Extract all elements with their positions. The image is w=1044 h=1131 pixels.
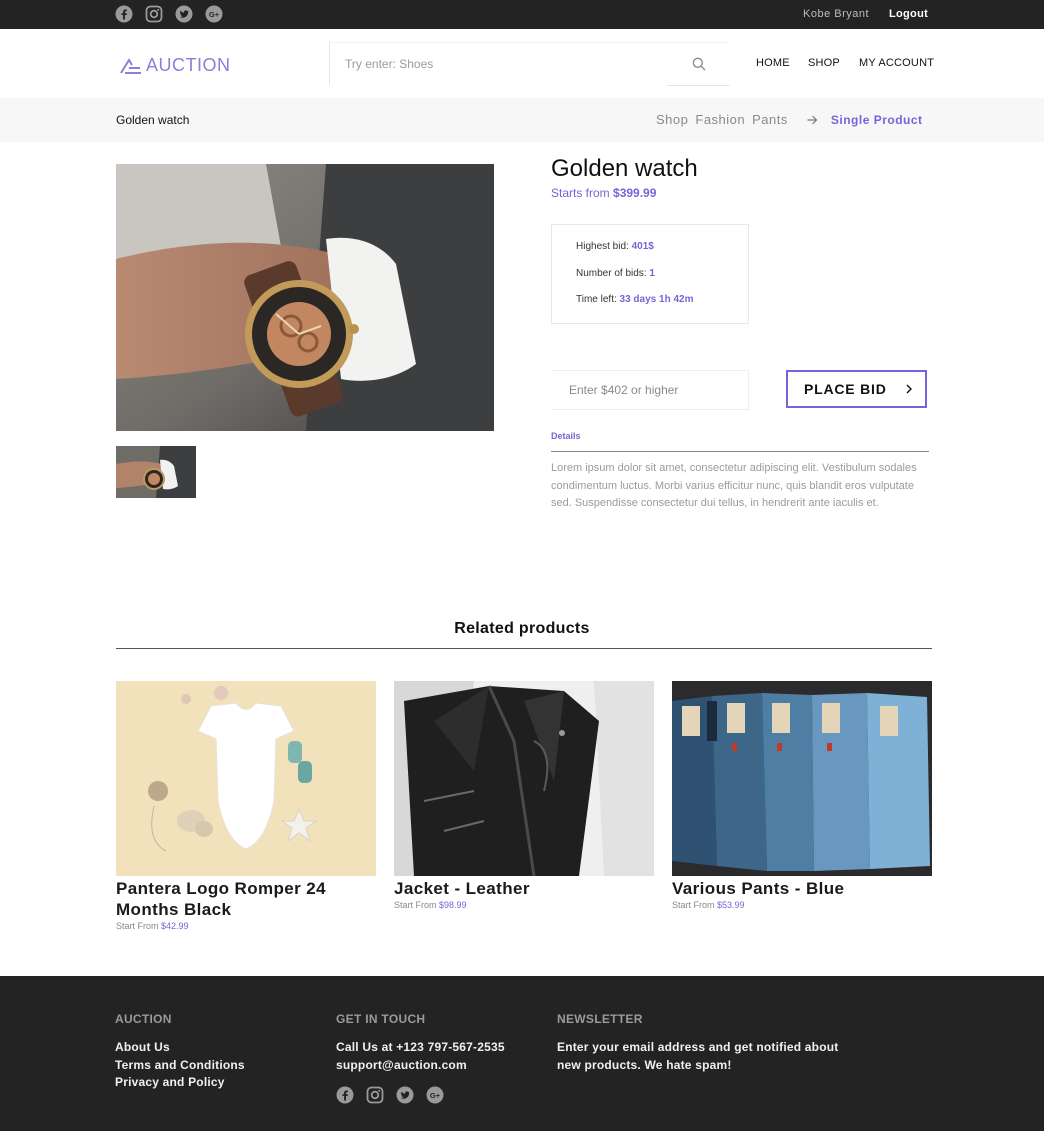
breadcrumb-fashion[interactable]: Fashion: [695, 112, 745, 127]
footer-col-newsletter: NEWSLETTER Enter your email address and …: [557, 1012, 857, 1074]
product-card-price: Start From $42.99: [116, 921, 376, 931]
highest-bid-value: 401$: [631, 241, 654, 252]
user-name[interactable]: Kobe Bryant: [803, 8, 869, 20]
breadcrumb-current: Single Product: [830, 112, 923, 127]
bid-count-label: Number of bids:: [576, 267, 647, 279]
bid-info-box: Highest bid: 401$ Number of bids: 1 Time…: [551, 224, 749, 324]
related-divider: [116, 648, 932, 649]
product-card[interactable]: Pantera Logo Romper 24 Months Black Star…: [116, 681, 376, 931]
product-description: Lorem ipsum dolor sit amet, consectetur …: [551, 462, 917, 509]
arrow-right-icon: [807, 115, 818, 124]
svg-text:G+: G+: [209, 10, 220, 19]
search-input[interactable]: [330, 43, 666, 84]
breadcrumb-shop[interactable]: Shop: [656, 112, 688, 127]
footer-link-privacy[interactable]: Privacy and Policy: [115, 1074, 245, 1092]
newsletter-text: Enter your email address and get notifie…: [557, 1040, 839, 1072]
product-card-title[interactable]: Various Pants - Blue: [672, 878, 932, 899]
product-card-price-value: $53.99: [717, 900, 745, 910]
related-products-heading: Related products: [454, 620, 590, 637]
svg-text:G+: G+: [430, 1091, 441, 1100]
product-card-price-label: Start From: [394, 900, 437, 910]
bid-count-value: 1: [649, 267, 655, 279]
product-card-price-value: $98.99: [439, 900, 467, 910]
instagram-icon[interactable]: [145, 5, 163, 23]
search-icon: [692, 57, 705, 71]
google-plus-icon[interactable]: G+: [426, 1086, 444, 1104]
top-bar: G+ Kobe Bryant Logout: [0, 0, 1044, 29]
footer-heading: AUCTION: [115, 1012, 172, 1026]
product-card[interactable]: Jacket - Leather Start From $98.99: [394, 681, 654, 910]
starting-price-label: Starts from: [551, 186, 610, 200]
product-card-image[interactable]: [672, 681, 932, 876]
footer-social-links: G+: [336, 1086, 505, 1104]
product-main-image: [116, 164, 494, 431]
product-card-price-label: Start From: [116, 921, 159, 931]
details-divider: [551, 451, 929, 452]
site-footer: AUCTION About Us Terms and Conditions Pr…: [0, 976, 1044, 1131]
footer-col-contact: GET IN TOUCH Call Us at +123 797-567-253…: [336, 1012, 505, 1104]
product-card-image[interactable]: [394, 681, 654, 876]
footer-heading: GET IN TOUCH: [336, 1012, 426, 1026]
footer-phone: Call Us at +123 797-567-2535: [336, 1040, 505, 1054]
chevron-right-icon: [906, 384, 912, 394]
facebook-icon[interactable]: [336, 1086, 354, 1104]
product-card-price: Start From $98.99: [394, 900, 654, 910]
twitter-icon[interactable]: [396, 1086, 414, 1104]
logo-text: AUCTION: [146, 55, 231, 75]
google-plus-icon[interactable]: G+: [205, 5, 223, 23]
logout-link[interactable]: Logout: [889, 8, 928, 20]
starting-price: Starts from $399.99: [551, 186, 656, 200]
product-card-title[interactable]: Jacket - Leather: [394, 878, 654, 899]
site-header: AUCTION HOME SHOP MY ACCOUNT: [0, 29, 1044, 98]
instagram-icon[interactable]: [366, 1086, 384, 1104]
footer-heading: NEWSLETTER: [557, 1012, 643, 1026]
search-bar: [329, 42, 730, 86]
nav-home[interactable]: HOME: [756, 57, 790, 69]
bid-amount-input[interactable]: [551, 370, 749, 410]
product-card[interactable]: Various Pants - Blue Start From $53.99: [672, 681, 932, 910]
footer-email[interactable]: support@auction.com: [336, 1057, 505, 1075]
product-card-title[interactable]: Pantera Logo Romper 24 Months Black: [116, 878, 376, 920]
time-left-label: Time left:: [576, 294, 617, 305]
highest-bid-row: Highest bid: 401$: [576, 241, 748, 268]
product-title: Golden watch: [551, 155, 698, 182]
starting-price-value: $399.99: [613, 186, 657, 200]
bid-count-row: Number of bids: 1: [576, 268, 748, 295]
breadcrumb: Shop Fashion Pants Single Product: [656, 112, 930, 127]
footer-link-about[interactable]: About Us: [115, 1039, 245, 1057]
product-card-price-value: $42.99: [161, 921, 189, 931]
place-bid-button[interactable]: PLACE BID: [786, 370, 927, 408]
site-logo[interactable]: AUCTION: [120, 55, 231, 76]
breadcrumb-band: Golden watch Shop Fashion Pants Single P…: [0, 98, 1044, 142]
footer-link-terms[interactable]: Terms and Conditions: [115, 1057, 245, 1075]
twitter-icon[interactable]: [175, 5, 193, 23]
tab-details[interactable]: Details: [551, 431, 581, 441]
logo-icon: [120, 57, 141, 74]
breadcrumb-pants[interactable]: Pants: [752, 112, 788, 127]
footer-col-auction: AUCTION About Us Terms and Conditions Pr…: [115, 1012, 245, 1092]
product-card-image[interactable]: [116, 681, 376, 876]
search-button[interactable]: [667, 43, 730, 86]
time-left-row: Time left: 33 days 1h 42m: [576, 294, 748, 321]
highest-bid-label: Highest bid:: [576, 241, 629, 252]
time-left-value: 33 days 1h 42m: [619, 294, 694, 305]
facebook-icon[interactable]: [115, 5, 133, 23]
product-card-price-label: Start From: [672, 900, 715, 910]
top-social-links: G+: [115, 5, 223, 23]
page-title: Golden watch: [116, 113, 190, 127]
nav-my-account[interactable]: MY ACCOUNT: [859, 57, 934, 69]
place-bid-label: PLACE BID: [804, 381, 887, 397]
nav-shop[interactable]: SHOP: [808, 57, 840, 69]
product-thumbnail[interactable]: [116, 446, 196, 498]
product-card-price: Start From $53.99: [672, 900, 932, 910]
